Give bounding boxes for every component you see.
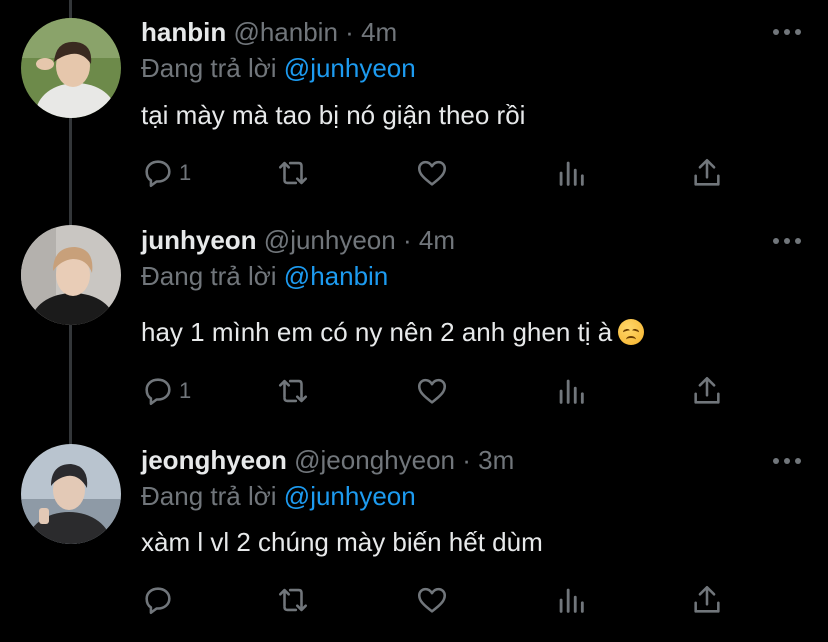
replying-to: Đang trả lời @junhyeon bbox=[141, 481, 416, 511]
retweet-icon bbox=[278, 588, 308, 612]
reply-button[interactable]: 1 bbox=[141, 155, 191, 191]
like-icon bbox=[417, 160, 447, 186]
retweet-icon bbox=[278, 379, 308, 403]
analytics-button[interactable] bbox=[554, 155, 588, 191]
tweet-actions: 1 bbox=[0, 155, 828, 195]
retweet-icon bbox=[278, 161, 308, 185]
tweet-text: xàm l vl 2 chúng mày biến hết dùm bbox=[141, 527, 543, 557]
tweet-header: junhyeon @junhyeon · 4m bbox=[141, 225, 455, 255]
separator-dot: · bbox=[462, 445, 471, 475]
avatar[interactable] bbox=[21, 225, 121, 325]
share-button[interactable] bbox=[690, 373, 724, 409]
share-icon bbox=[694, 376, 720, 404]
reply-icon bbox=[145, 160, 171, 188]
reply-prefix: Đang trả lời bbox=[141, 53, 277, 83]
analytics-button[interactable] bbox=[554, 582, 588, 618]
timestamp[interactable]: 4m bbox=[361, 17, 397, 47]
avatar[interactable] bbox=[21, 444, 121, 544]
display-name[interactable]: jeonghyeon bbox=[141, 445, 287, 475]
replying-to: Đang trả lời @hanbin bbox=[141, 261, 388, 291]
tweet-header: hanbin @hanbin · 4m bbox=[141, 17, 397, 47]
more-icon[interactable] bbox=[772, 27, 802, 37]
disappointed-face-icon bbox=[618, 319, 645, 345]
reply-mention-link[interactable]: @junhyeon bbox=[284, 481, 416, 511]
tweet-actions: 1 bbox=[0, 373, 828, 413]
tweet-text: hay 1 mình em có ny nên 2 anh ghen tị à bbox=[141, 317, 645, 347]
more-icon[interactable] bbox=[772, 456, 802, 466]
separator-dot: · bbox=[402, 225, 412, 255]
share-button[interactable] bbox=[690, 155, 724, 191]
reply-mention-link[interactable]: @junhyeon bbox=[284, 53, 416, 83]
share-icon bbox=[694, 585, 720, 613]
reply-count: 1 bbox=[179, 378, 192, 403]
like-icon bbox=[417, 587, 447, 613]
share-button[interactable] bbox=[690, 582, 724, 618]
analytics-button[interactable] bbox=[554, 373, 588, 409]
handle[interactable]: @hanbin bbox=[233, 17, 337, 47]
retweet-button[interactable] bbox=[276, 582, 310, 618]
reply-mention-link[interactable]: @hanbin bbox=[284, 261, 388, 291]
tweet-text: tại mày mà tao bị nó giận theo rồi bbox=[141, 100, 526, 130]
like-button[interactable] bbox=[415, 155, 449, 191]
handle[interactable]: @junhyeon bbox=[264, 225, 396, 255]
reply-icon bbox=[145, 587, 171, 615]
reply-icon bbox=[145, 378, 171, 406]
timestamp[interactable]: 3m bbox=[478, 445, 514, 475]
retweet-button[interactable] bbox=[276, 373, 310, 409]
tweet-header: jeonghyeon @jeonghyeon · 3m bbox=[141, 445, 514, 475]
replying-to: Đang trả lời @junhyeon bbox=[141, 53, 416, 83]
more-icon[interactable] bbox=[772, 236, 802, 246]
like-button[interactable] bbox=[415, 373, 449, 409]
handle[interactable]: @jeonghyeon bbox=[294, 445, 455, 475]
avatar[interactable] bbox=[21, 18, 121, 118]
like-button[interactable] bbox=[415, 582, 449, 618]
share-icon bbox=[694, 158, 720, 186]
timestamp[interactable]: 4m bbox=[419, 225, 455, 255]
reply-button[interactable] bbox=[141, 582, 179, 618]
analytics-icon bbox=[559, 588, 584, 613]
analytics-icon bbox=[559, 161, 584, 186]
reply-prefix: Đang trả lời bbox=[141, 261, 277, 291]
reply-button[interactable]: 1 bbox=[141, 373, 191, 409]
reply-count: 1 bbox=[179, 160, 192, 185]
retweet-button[interactable] bbox=[276, 155, 310, 191]
display-name[interactable]: junhyeon bbox=[141, 225, 257, 255]
like-icon bbox=[417, 378, 447, 404]
tweet-actions bbox=[0, 582, 828, 622]
analytics-icon bbox=[559, 379, 584, 404]
tweet-text-content: hay 1 mình em có ny nên 2 anh ghen tị à bbox=[141, 317, 613, 347]
separator-dot: · bbox=[345, 17, 354, 47]
reply-prefix: Đang trả lời bbox=[141, 481, 277, 511]
display-name[interactable]: hanbin bbox=[141, 17, 226, 47]
